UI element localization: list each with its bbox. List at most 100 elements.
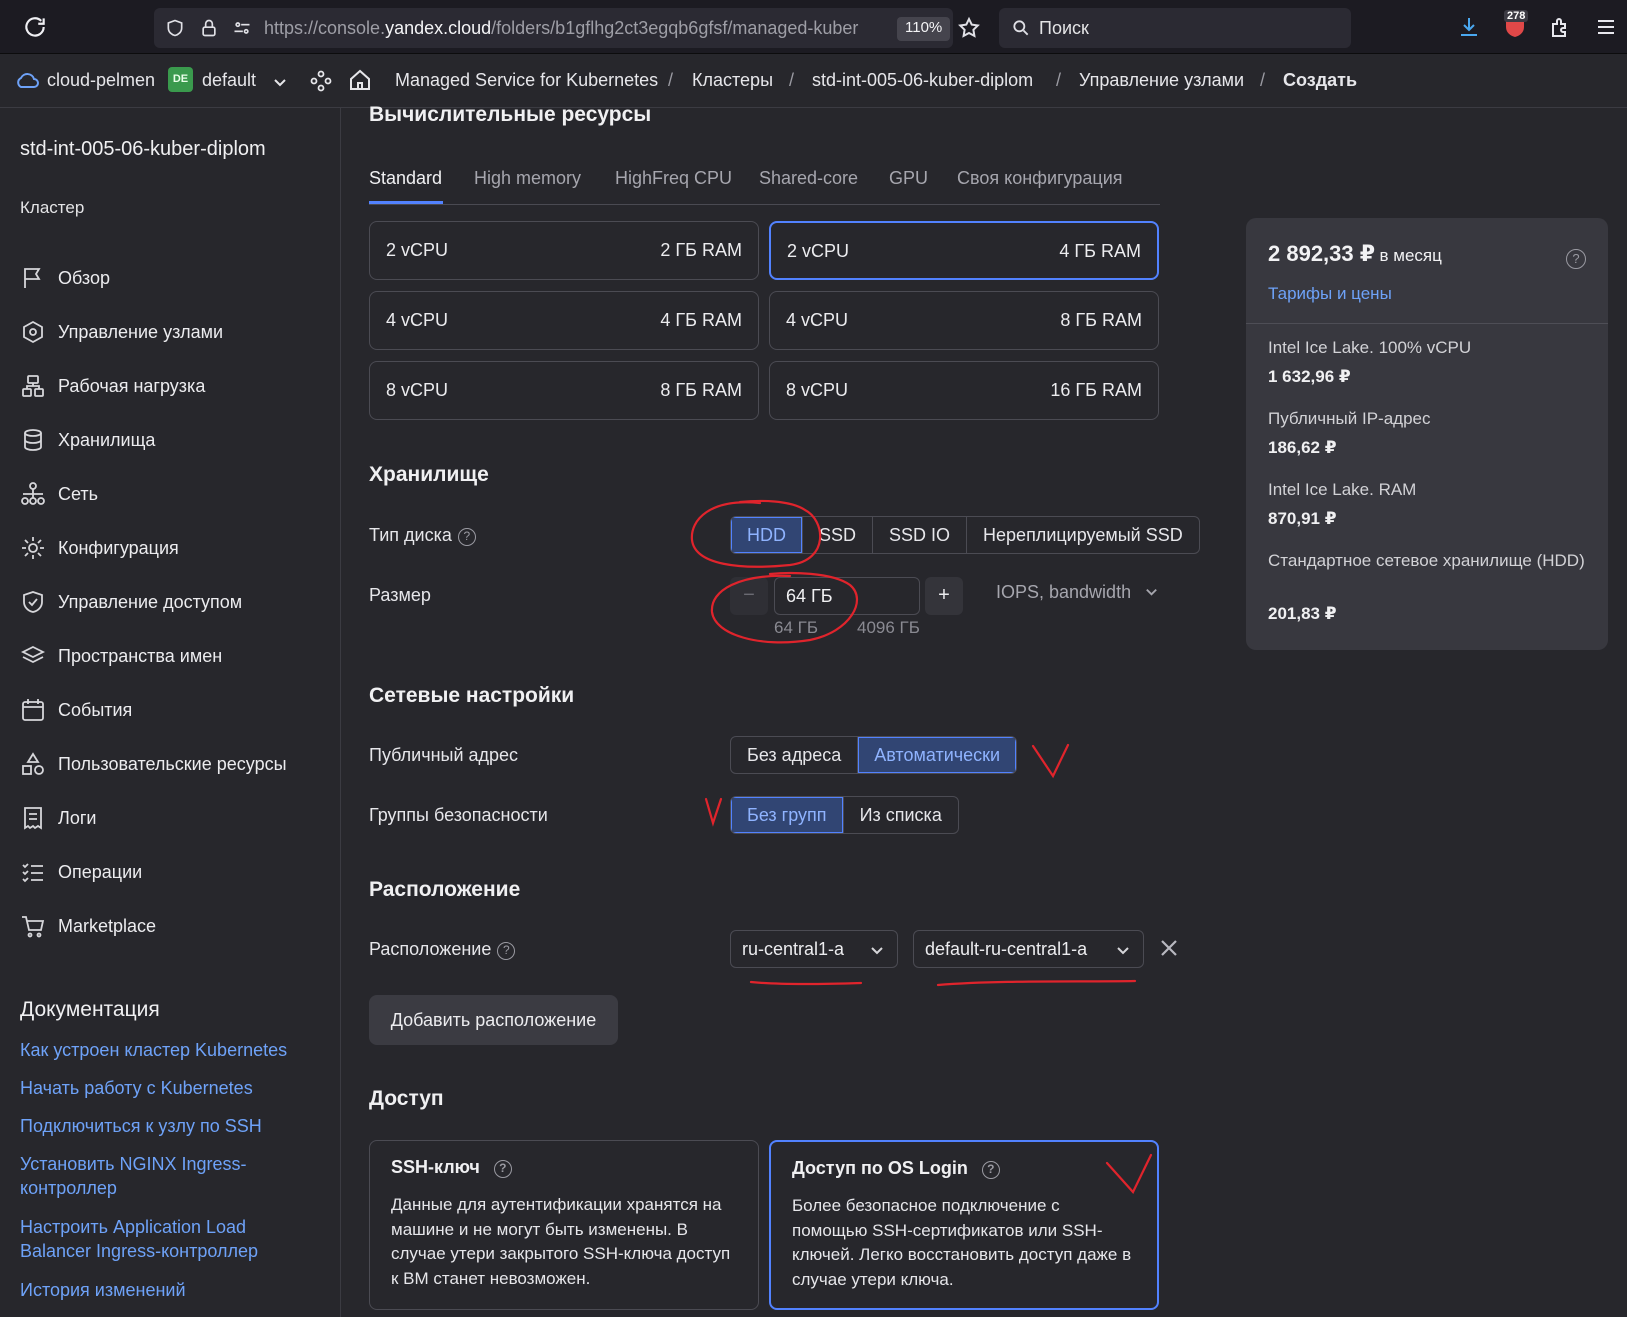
storage-section-title: Хранилище [369, 463, 489, 486]
reload-icon[interactable] [22, 14, 48, 40]
sidebar-item-custom-resources[interactable]: Пользовательские ресурсы [20, 749, 287, 779]
access-section-title: Доступ [369, 1087, 444, 1110]
close-icon[interactable] [1158, 937, 1180, 959]
security-groups-list[interactable]: Из списка [844, 797, 958, 833]
public-address-selector: Без адреса Автоматически [730, 736, 1018, 774]
public-address-none[interactable]: Без адреса [731, 737, 859, 773]
sidebar-item-operations[interactable]: Операции [20, 857, 142, 887]
sidebar-item-overview[interactable]: Обзор [20, 263, 110, 293]
increment-button[interactable]: + [925, 577, 963, 615]
config-card[interactable]: 4 vCPU 8 ГБ RAM [769, 291, 1159, 350]
help-icon[interactable]: ? [1566, 249, 1586, 269]
shield-icon[interactable] [165, 18, 185, 38]
download-icon[interactable] [1457, 15, 1481, 39]
security-groups-selector: Без групп Из списка [730, 796, 959, 834]
sidebar-item-events[interactable]: События [20, 695, 132, 725]
tab-standard[interactable]: Standard [369, 168, 442, 189]
sidebar-item-workload[interactable]: Рабочая нагрузка [20, 371, 205, 401]
price-item-value: 1 632,96 ₽ [1268, 367, 1351, 386]
price-item-name: Intel Ice Lake. 100% vCPU [1268, 338, 1472, 357]
subnet-value: default-ru-central1-a [925, 939, 1088, 959]
list-icon [22, 863, 43, 883]
disk-type-label: Тип диска? [369, 525, 476, 546]
sidebar-item-namespaces[interactable]: Пространства имен [20, 641, 222, 671]
lock-icon[interactable] [199, 18, 219, 38]
browser-toolbar: https://console.yandex.cloud/folders/b1g… [0, 0, 1627, 54]
services-icon[interactable] [309, 69, 333, 93]
ssh-key-description: Данные для аутентификации хранятся на ма… [391, 1195, 731, 1288]
address-bar[interactable]: https://console.yandex.cloud/folders/b1g… [154, 8, 980, 48]
url-text[interactable]: https://console.yandex.cloud/folders/b1g… [264, 18, 859, 39]
ssh-key-card[interactable]: SSH-ключ? Данные для аутентификации хран… [369, 1140, 759, 1310]
sidebar-item-logs[interactable]: Логи [20, 803, 96, 833]
breadcrumb-clusters[interactable]: Кластеры [692, 70, 773, 91]
iops-bandwidth-toggle[interactable]: IOPS, bandwidth [996, 582, 1159, 603]
size-min-hint: 64 ГБ [774, 618, 818, 637]
sidebar-item-network[interactable]: Сеть [20, 479, 98, 509]
doc-link[interactable]: Как устроен кластер Kubernetes [20, 1038, 300, 1062]
chevron-down-icon [1117, 947, 1129, 955]
folder-badge: DE [168, 67, 193, 92]
help-icon[interactable]: ? [457, 528, 476, 546]
os-login-card[interactable]: Доступ по OS Login? Более безопасное под… [769, 1140, 1159, 1310]
sidebar-item-marketplace[interactable]: Marketplace [20, 911, 156, 941]
subnet-select[interactable]: default-ru-central1-a [913, 930, 1144, 968]
help-icon[interactable]: ? [981, 1161, 1000, 1179]
decrement-button[interactable]: − [730, 577, 768, 615]
tab-custom[interactable]: Своя конфигурация [957, 168, 1123, 189]
sidebar-item-label: Операции [58, 861, 143, 882]
search-icon [1013, 20, 1029, 36]
config-card[interactable]: 2 vCPU 2 ГБ RAM [369, 221, 759, 280]
doc-link[interactable]: Начать работу с Kubernetes [20, 1076, 300, 1100]
home-icon[interactable] [348, 68, 372, 92]
pricing-link[interactable]: Тарифы и цены [1268, 284, 1392, 304]
help-icon[interactable]: ? [497, 942, 516, 960]
tab-shared-core[interactable]: Shared-core [759, 168, 858, 189]
breadcrumb-node-groups[interactable]: Управление узлами [1079, 70, 1244, 91]
breadcrumb-cluster[interactable]: std-int-005-06-kuber-diplom [812, 70, 1033, 91]
public-address-auto[interactable]: Автоматически [858, 737, 1017, 773]
sidebar-item-storage[interactable]: Хранилища [20, 425, 155, 455]
breadcrumb-service[interactable]: Managed Service for Kubernetes [395, 70, 658, 91]
zone-select[interactable]: ru-central1-a [730, 930, 898, 968]
flag-icon [24, 268, 41, 288]
doc-link[interactable]: Настроить Application Load Balancer Ingr… [20, 1215, 270, 1263]
help-icon[interactable]: ? [493, 1160, 512, 1178]
disk-size-input[interactable]: 64 ГБ [774, 577, 920, 615]
folder-name[interactable]: default [202, 70, 256, 91]
tab-gpu[interactable]: GPU [889, 168, 928, 189]
tab-high-memory[interactable]: High memory [474, 168, 581, 189]
compute-section-title: Вычислительные ресурсы [369, 103, 652, 126]
sidebar-item-configuration[interactable]: Конфигурация [20, 533, 179, 563]
disk-type-hdd[interactable]: HDD [731, 517, 803, 553]
sidebar-item-node-groups[interactable]: Управление узлами [20, 317, 223, 347]
tab-highfreq-cpu[interactable]: HighFreq CPU [615, 168, 732, 189]
bookmark-star-icon[interactable] [957, 16, 981, 40]
config-card[interactable]: 8 vCPU 16 ГБ RAM [769, 361, 1159, 420]
security-groups-none[interactable]: Без групп [731, 797, 844, 833]
disk-type-ssd-io[interactable]: SSD IO [873, 517, 968, 553]
price-total: 2 892,33 ₽ в месяц [1268, 241, 1442, 266]
doc-link[interactable]: История изменений [20, 1278, 300, 1302]
disk-type-ssd[interactable]: SSD [803, 517, 874, 553]
doc-link[interactable]: Подключиться к узлу по SSH [20, 1114, 300, 1138]
permissions-icon[interactable] [232, 18, 252, 38]
menu-icon[interactable] [1594, 15, 1618, 39]
extensions-icon[interactable] [1548, 15, 1572, 39]
compute-tabs: Standard High memory HighFreq CPU Shared… [369, 160, 1160, 205]
browser-search[interactable]: Поиск [999, 8, 1351, 48]
config-card[interactable]: 8 vCPU 8 ГБ RAM [369, 361, 759, 420]
zoom-level[interactable]: 110% [897, 17, 951, 41]
sidebar-item-label: Логи [58, 807, 97, 828]
config-card[interactable]: 4 vCPU 4 ГБ RAM [369, 291, 759, 350]
disk-type-nonreplicated-ssd[interactable]: Нереплицируемый SSD [967, 517, 1199, 553]
sidebar-item-access[interactable]: Управление доступом [20, 587, 242, 617]
add-location-button[interactable]: Добавить расположение [369, 995, 618, 1045]
cloud-name[interactable]: cloud-pelmen [47, 70, 155, 91]
doc-link[interactable]: Установить NGINX Ingress-контроллер [20, 1152, 260, 1200]
sidebar-item-label: Пространства имен [58, 645, 223, 666]
location-label: Расположение? [369, 939, 516, 960]
breadcrumb-create: Создать [1283, 70, 1358, 90]
chevron-down-icon[interactable] [272, 74, 288, 90]
config-card-selected[interactable]: 2 vCPU 4 ГБ RAM [769, 221, 1159, 280]
